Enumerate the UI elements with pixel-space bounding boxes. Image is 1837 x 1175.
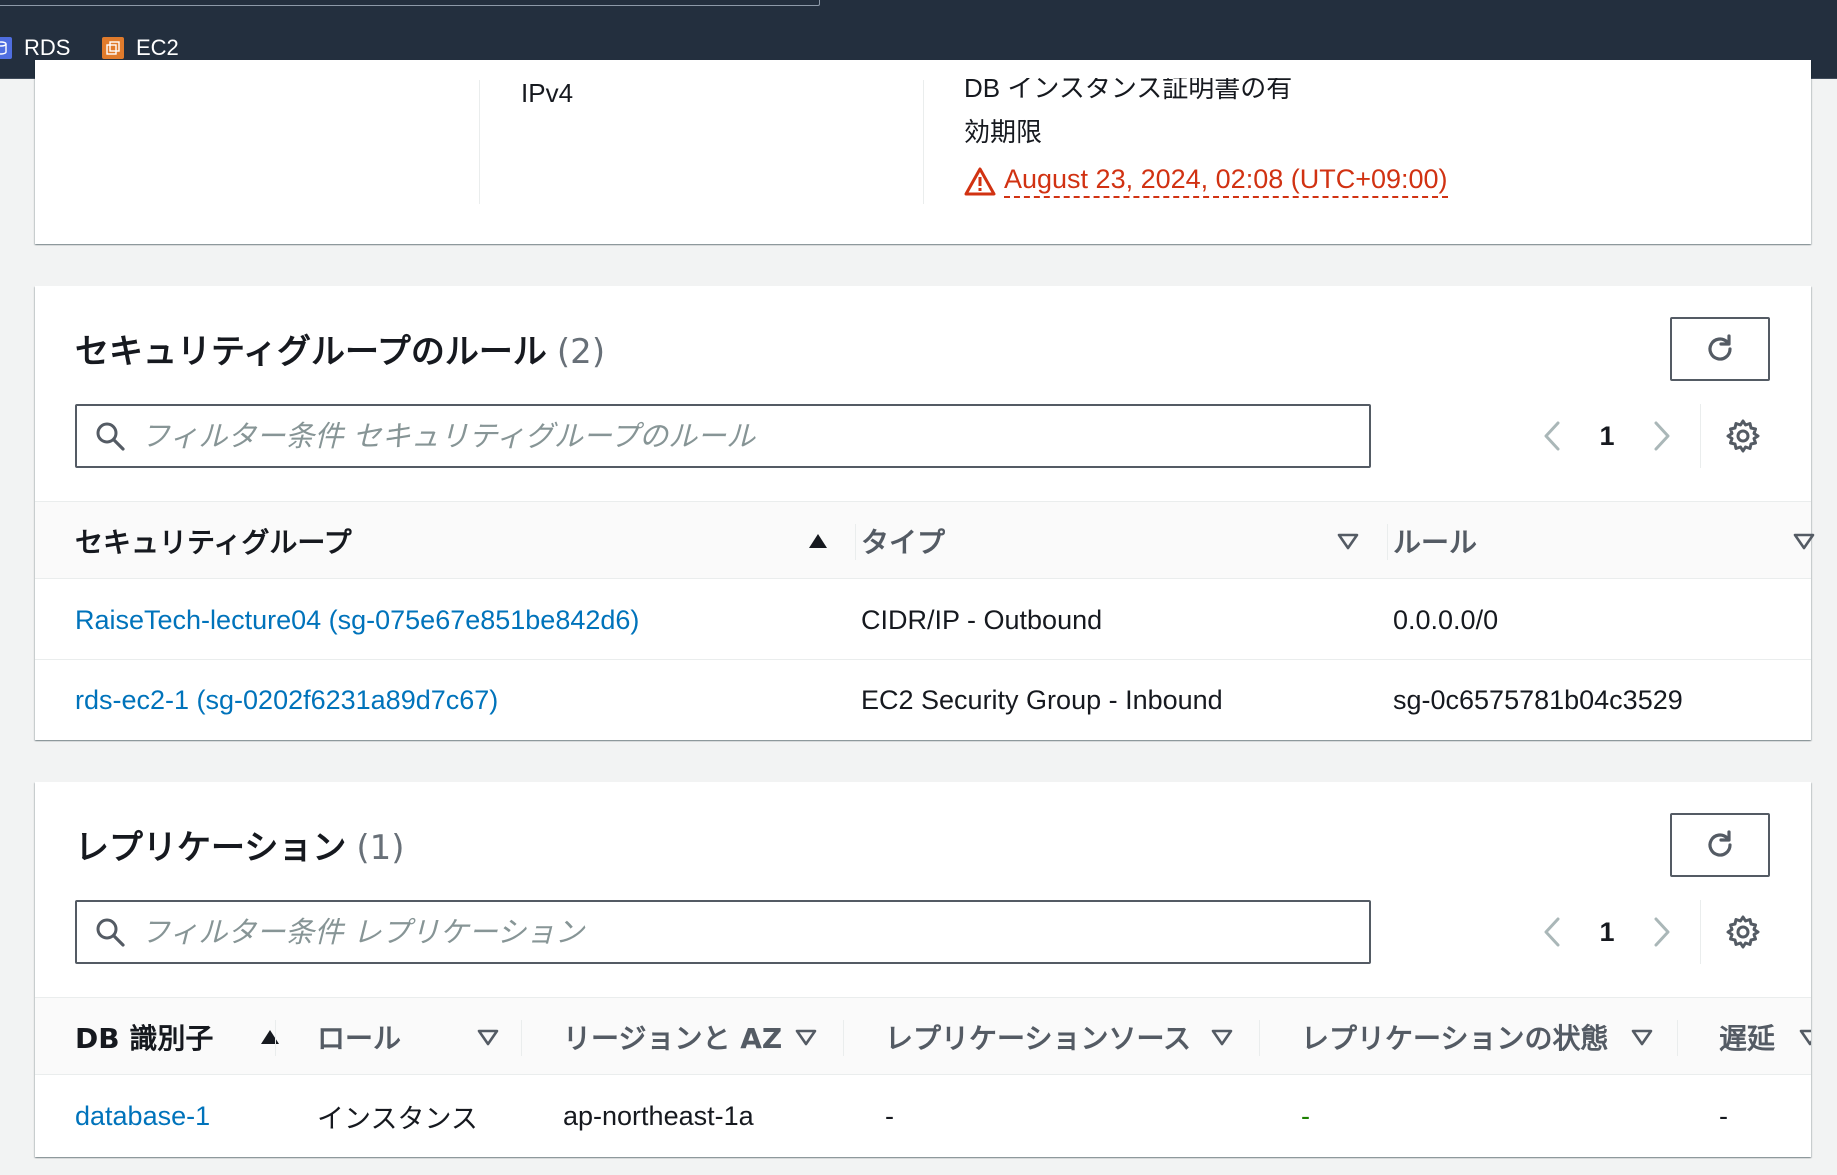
column-resize-handle[interactable] — [1387, 524, 1388, 560]
db-identifier-link[interactable]: database-1 — [75, 1076, 210, 1156]
replication-title-text: レプリケーション — [75, 828, 347, 868]
rule-value: sg-0c6575781b04c3529 — [1393, 684, 1683, 715]
column-resize-handle[interactable] — [843, 1020, 844, 1056]
security-rules-count: (2) — [556, 332, 606, 372]
security-rules-table-header: セキュリティグループ タイプ ルール — [35, 501, 1815, 580]
column-header-role-label: ロール — [317, 1022, 402, 1055]
replication-refresh-button[interactable] — [1670, 813, 1770, 877]
sort-descending-icon[interactable] — [477, 1028, 499, 1046]
column-header-rule[interactable]: ルール — [1393, 502, 1815, 580]
replication-lag: - — [1719, 1100, 1728, 1131]
column-header-db-identifier[interactable]: DB 識別子 — [75, 998, 279, 1074]
column-divider — [923, 80, 924, 204]
column-header-type-label: タイプ — [861, 526, 946, 559]
security-rules-refresh-button[interactable] — [1670, 317, 1770, 381]
column-header-lag-label: 遅延 — [1719, 1022, 1776, 1055]
column-resize-handle[interactable] — [275, 1020, 276, 1056]
security-rules-pagination: 1 — [1532, 404, 1682, 468]
sort-ascending-icon[interactable] — [259, 1028, 281, 1046]
replication-preferences-button[interactable] — [1721, 910, 1765, 954]
search-icon — [93, 915, 127, 949]
column-resize-handle[interactable] — [1259, 1020, 1260, 1056]
cert-expiry-label-line2: 効期限 — [964, 117, 1043, 147]
refresh-icon — [1708, 334, 1732, 361]
column-header-role[interactable]: ロール — [317, 998, 527, 1074]
security-rules-filter[interactable] — [75, 404, 1371, 468]
next-page-icon[interactable] — [1642, 416, 1682, 456]
refresh-icon — [1708, 830, 1732, 857]
sort-descending-icon[interactable] — [1799, 1028, 1811, 1046]
security-rules-title: セキュリティグループのルール (2) — [75, 324, 605, 373]
ip-type-value: IPv4 — [521, 78, 574, 108]
security-rules-filter-input[interactable] — [141, 406, 1369, 466]
table-row: database-1 インスタンス ap-northeast-1a - - - — [35, 1076, 1811, 1156]
cert-expiry-value[interactable]: August 23, 2024, 02:08 (UTC+09:00) — [964, 164, 1448, 198]
sort-descending-icon[interactable] — [795, 1028, 817, 1046]
favorite-rds[interactable]: RDS — [0, 34, 70, 62]
pager-divider — [1700, 404, 1701, 468]
replication-pagination: 1 — [1532, 900, 1682, 964]
previous-page-icon[interactable] — [1532, 416, 1572, 456]
column-resize-handle[interactable] — [1677, 1020, 1678, 1056]
connectivity-details-panel: IPv4 DB インスタンス証明書の有 効期限 — [35, 60, 1811, 244]
column-resize-handle[interactable] — [855, 524, 856, 560]
column-header-type[interactable]: タイプ — [861, 502, 1361, 580]
replication-filter[interactable] — [75, 900, 1371, 964]
column-divider — [479, 80, 480, 204]
sort-descending-icon[interactable] — [1793, 532, 1815, 550]
column-header-rule-label: ルール — [1393, 526, 1478, 559]
table-row: rds-ec2-1 (sg-0202f6231a89d7c67) EC2 Sec… — [35, 660, 1811, 740]
cert-expiry-date[interactable]: August 23, 2024, 02:08 (UTC+09:00) — [1004, 164, 1448, 198]
rule-value: 0.0.0.0/0 — [1393, 604, 1499, 635]
sort-descending-icon[interactable] — [1337, 532, 1359, 550]
sort-ascending-icon[interactable] — [807, 532, 829, 550]
gear-icon — [1726, 419, 1760, 453]
search-icon — [93, 419, 127, 453]
column-header-security-group-label: セキュリティグループ — [75, 526, 352, 559]
favorite-ec2-label: EC2 — [136, 35, 179, 60]
sort-descending-icon[interactable] — [1211, 1028, 1233, 1046]
favorite-ec2[interactable]: EC2 — [102, 34, 179, 62]
region-az: ap-northeast-1a — [563, 1100, 754, 1131]
security-group-rules-panel: セキュリティグループのルール(2) 1 セキュリティ — [35, 286, 1815, 740]
rds-icon — [0, 37, 12, 59]
favorite-rds-label: RDS — [24, 35, 71, 60]
column-resize-handle[interactable] — [521, 1020, 522, 1056]
rule-type: EC2 Security Group - Inbound — [861, 684, 1223, 715]
cert-expiry-label-line1: DB インスタンス証明書の有 — [964, 73, 1293, 103]
column-header-replication-state[interactable]: レプリケーションの状態 — [1301, 998, 1691, 1074]
replication-role: インスタンス — [317, 1103, 478, 1135]
replication-title: レプリケーション (1) — [75, 820, 405, 869]
rule-type: CIDR/IP - Outbound — [861, 604, 1103, 635]
column-header-replication-source-label: レプリケーションソース — [885, 1022, 1192, 1055]
replication-panel: レプリケーション(1) 1 DB 識別子 — [35, 782, 1811, 1157]
replication-count: (1) — [356, 828, 405, 868]
column-header-security-group[interactable]: セキュリティグループ — [75, 502, 835, 580]
column-header-replication-source[interactable]: レプリケーションソース — [885, 998, 1265, 1074]
ec2-icon — [102, 37, 124, 59]
security-rules-preferences-button[interactable] — [1721, 414, 1765, 458]
sort-descending-icon[interactable] — [1631, 1028, 1653, 1046]
security-group-link[interactable]: rds-ec2-1 (sg-0202f6231a89d7c67) — [75, 660, 498, 740]
gear-icon — [1726, 915, 1760, 949]
current-page-number[interactable]: 1 — [1572, 421, 1642, 452]
column-header-region-az-label: リージョンと AZ — [563, 1022, 783, 1055]
replication-source: - — [885, 1100, 894, 1131]
column-header-region-az[interactable]: リージョンと AZ — [563, 998, 823, 1074]
next-page-icon[interactable] — [1642, 912, 1682, 952]
replication-state: - — [1301, 1100, 1310, 1131]
replication-table-header: DB 識別子 ロール リージョンと AZ レプリケーションソース レプリケーショ… — [35, 997, 1811, 1075]
table-row: RaiseTech-lecture04 (sg-075e67e851be842d… — [35, 580, 1811, 660]
global-search-bar-edge[interactable] — [0, 0, 820, 6]
current-page-number[interactable]: 1 — [1572, 917, 1642, 948]
column-header-db-identifier-label: DB 識別子 — [75, 1022, 214, 1055]
replication-filter-input[interactable] — [141, 902, 1369, 962]
previous-page-icon[interactable] — [1532, 912, 1572, 952]
column-header-lag[interactable]: 遅延 — [1719, 998, 1811, 1074]
security-group-link[interactable]: RaiseTech-lecture04 (sg-075e67e851be842d… — [75, 580, 639, 660]
security-rules-title-text: セキュリティグループのルール — [75, 332, 547, 372]
warning-triangle-icon — [964, 167, 996, 196]
pager-divider — [1700, 900, 1701, 964]
column-header-replication-state-label: レプリケーションの状態 — [1301, 1022, 1609, 1055]
